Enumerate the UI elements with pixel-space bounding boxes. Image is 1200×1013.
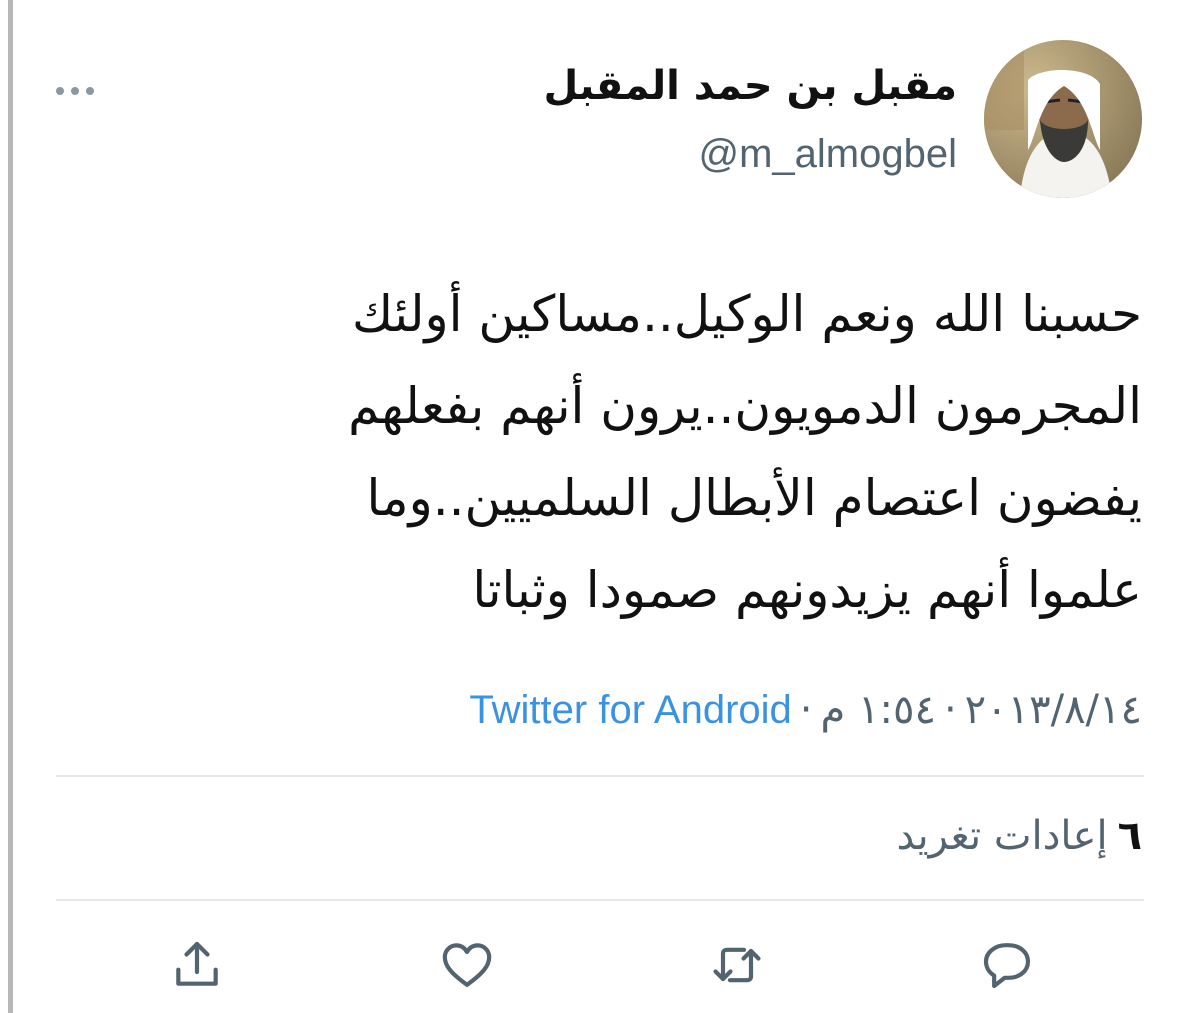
retweet-count: ٦: [1117, 813, 1142, 859]
tweet-text-line: حسبنا الله ونعم الوكيل..مساكين أولئك: [351, 285, 1142, 343]
tweet-text-line: علموا أنهم يزيدونهم صمودا وثباتا: [472, 561, 1142, 619]
avatar[interactable]: [984, 40, 1142, 198]
author-info[interactable]: مقبل بن حمد المقبل @m_almogbel: [544, 56, 958, 184]
tweet-text-line: يفضون اعتصام الأبطال السلميين..وما: [366, 469, 1142, 527]
more-options-button[interactable]: [56, 76, 116, 106]
retweet-count-link[interactable]: ٦إعادات تغريد: [896, 808, 1142, 864]
retweet-icon: [713, 947, 761, 983]
author-display-name[interactable]: مقبل بن حمد المقبل: [544, 56, 958, 116]
tweet-text-line: المجرمون الدمويون..يرون أنهم بفعلهم: [348, 377, 1142, 435]
reply-icon: [983, 943, 1031, 989]
meta-separator: ·: [943, 687, 957, 733]
share-button[interactable]: [162, 930, 232, 1000]
action-bar: [56, 930, 1144, 1000]
meta-separator: ·: [799, 687, 813, 733]
share-icon: [176, 941, 218, 986]
tweet-metadata: ٢٠١٣/٨/١٤·١:٥٤ م·Twitter for Android: [56, 682, 1142, 738]
author-handle[interactable]: @m_almogbel: [544, 124, 958, 184]
more-dot: [86, 87, 94, 95]
retweet-button[interactable]: [702, 930, 772, 1000]
reply-button[interactable]: [972, 930, 1042, 1000]
avatar-image: [984, 40, 1142, 198]
retweet-label: إعادات تغريد: [896, 813, 1108, 859]
heart-icon: [442, 943, 492, 987]
divider: [56, 775, 1144, 777]
tweet-header: مقبل بن حمد المقبل @m_almogbel: [56, 38, 1150, 203]
like-button[interactable]: [432, 930, 502, 1000]
tweet-source-link[interactable]: Twitter for Android: [469, 688, 791, 732]
divider: [56, 899, 1144, 901]
tweet-time[interactable]: ١:٥٤ م: [821, 687, 936, 733]
thread-rule: [8, 0, 13, 1013]
more-dot: [71, 87, 79, 95]
tweet-date[interactable]: ٢٠١٣/٨/١٤: [965, 687, 1142, 733]
tweet-page: مقبل بن حمد المقبل @m_almogbel حسبنا الل…: [0, 0, 1200, 1013]
tweet-text: حسبنا الله ونعم الوكيل..مساكين أولئك الم…: [120, 268, 1142, 636]
more-horizontal-icon: [56, 87, 64, 95]
